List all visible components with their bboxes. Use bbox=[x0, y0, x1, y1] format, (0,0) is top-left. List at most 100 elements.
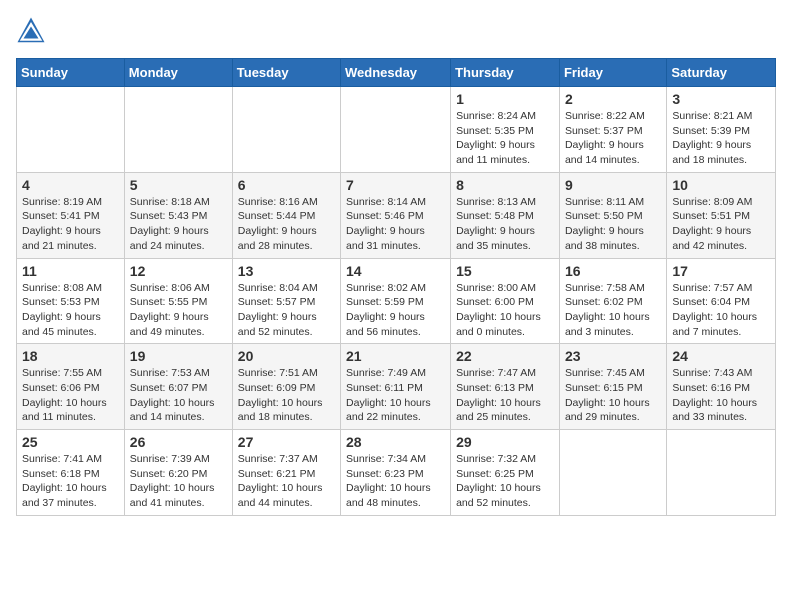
calendar-cell bbox=[559, 430, 666, 516]
day-number: 6 bbox=[238, 177, 335, 193]
calendar-cell: 27 Sunrise: 7:37 AM Sunset: 6:21 PM Dayli… bbox=[232, 430, 340, 516]
week-row-3: 18 Sunrise: 7:55 AM Sunset: 6:06 PM Dayli… bbox=[17, 344, 776, 430]
logo bbox=[16, 16, 50, 46]
day-info: Sunrise: 7:47 AM Sunset: 6:13 PM Dayligh… bbox=[456, 366, 554, 425]
calendar-cell bbox=[232, 87, 340, 173]
day-info: Sunrise: 8:09 AM Sunset: 5:51 PM Dayligh… bbox=[672, 195, 770, 254]
day-header-thursday: Thursday bbox=[451, 59, 560, 87]
day-header-friday: Friday bbox=[559, 59, 666, 87]
day-number: 19 bbox=[130, 348, 227, 364]
day-info: Sunrise: 8:22 AM Sunset: 5:37 PM Dayligh… bbox=[565, 109, 661, 168]
calendar-cell: 3 Sunrise: 8:21 AM Sunset: 5:39 PM Daylig… bbox=[667, 87, 776, 173]
day-info: Sunrise: 7:34 AM Sunset: 6:23 PM Dayligh… bbox=[346, 452, 445, 511]
day-number: 29 bbox=[456, 434, 554, 450]
calendar-cell: 17Sunrise: 7:57 AM Sunset: 6:04 PM Dayli… bbox=[667, 258, 776, 344]
day-info: Sunrise: 7:37 AM Sunset: 6:21 PM Dayligh… bbox=[238, 452, 335, 511]
day-info: Sunrise: 7:32 AM Sunset: 6:25 PM Dayligh… bbox=[456, 452, 554, 511]
calendar-cell: 16 Sunrise: 7:58 AM Sunset: 6:02 PM Dayli… bbox=[559, 258, 666, 344]
day-info: Sunrise: 7:58 AM Sunset: 6:02 PM Dayligh… bbox=[565, 281, 661, 340]
day-info: Sunrise: 8:19 AM Sunset: 5:41 PM Dayligh… bbox=[22, 195, 119, 254]
day-number: 1 bbox=[456, 91, 554, 107]
week-row-1: 4 Sunrise: 8:19 AM Sunset: 5:41 PM Daylig… bbox=[17, 172, 776, 258]
calendar-cell: 2 Sunrise: 8:22 AM Sunset: 5:37 PM Daylig… bbox=[559, 87, 666, 173]
day-number: 23 bbox=[565, 348, 661, 364]
calendar-cell: 4 Sunrise: 8:19 AM Sunset: 5:41 PM Daylig… bbox=[17, 172, 125, 258]
day-number: 7 bbox=[346, 177, 445, 193]
day-info: Sunrise: 8:18 AM Sunset: 5:43 PM Dayligh… bbox=[130, 195, 227, 254]
week-row-4: 25 Sunrise: 7:41 AM Sunset: 6:18 PM Dayli… bbox=[17, 430, 776, 516]
day-info: Sunrise: 8:24 AM Sunset: 5:35 PM Dayligh… bbox=[456, 109, 554, 168]
day-info: Sunrise: 8:06 AM Sunset: 5:55 PM Dayligh… bbox=[130, 281, 227, 340]
day-number: 12 bbox=[130, 263, 227, 279]
header-row: SundayMondayTuesdayWednesdayThursdayFrid… bbox=[17, 59, 776, 87]
calendar-cell bbox=[667, 430, 776, 516]
day-info: Sunrise: 8:00 AM Sunset: 6:00 PM Dayligh… bbox=[456, 281, 554, 340]
day-info: Sunrise: 8:11 AM Sunset: 5:50 PM Dayligh… bbox=[565, 195, 661, 254]
day-info: Sunrise: 8:21 AM Sunset: 5:39 PM Dayligh… bbox=[672, 109, 770, 168]
day-info: Sunrise: 7:51 AM Sunset: 6:09 PM Dayligh… bbox=[238, 366, 335, 425]
day-number: 8 bbox=[456, 177, 554, 193]
calendar-cell: 11Sunrise: 8:08 AM Sunset: 5:53 PM Dayli… bbox=[17, 258, 125, 344]
day-number: 18 bbox=[22, 348, 119, 364]
day-number: 22 bbox=[456, 348, 554, 364]
header bbox=[16, 16, 776, 46]
day-info: Sunrise: 7:49 AM Sunset: 6:11 PM Dayligh… bbox=[346, 366, 445, 425]
calendar-cell: 1 Sunrise: 8:24 AM Sunset: 5:35 PM Daylig… bbox=[451, 87, 560, 173]
calendar-cell bbox=[17, 87, 125, 173]
calendar-cell: 23Sunrise: 7:45 AM Sunset: 6:15 PM Dayli… bbox=[559, 344, 666, 430]
day-info: Sunrise: 7:55 AM Sunset: 6:06 PM Dayligh… bbox=[22, 366, 119, 425]
calendar-cell: 19 Sunrise: 7:53 AM Sunset: 6:07 PM Dayli… bbox=[124, 344, 232, 430]
day-info: Sunrise: 8:02 AM Sunset: 5:59 PM Dayligh… bbox=[346, 281, 445, 340]
calendar-cell: 15Sunrise: 8:00 AM Sunset: 6:00 PM Dayli… bbox=[451, 258, 560, 344]
calendar-cell bbox=[341, 87, 451, 173]
day-info: Sunrise: 7:39 AM Sunset: 6:20 PM Dayligh… bbox=[130, 452, 227, 511]
day-header-monday: Monday bbox=[124, 59, 232, 87]
calendar-cell: 10 Sunrise: 8:09 AM Sunset: 5:51 PM Dayli… bbox=[667, 172, 776, 258]
day-info: Sunrise: 7:41 AM Sunset: 6:18 PM Dayligh… bbox=[22, 452, 119, 511]
calendar-cell: 9Sunrise: 8:11 AM Sunset: 5:50 PM Daylig… bbox=[559, 172, 666, 258]
calendar-cell: 13 Sunrise: 8:04 AM Sunset: 5:57 PM Dayli… bbox=[232, 258, 340, 344]
calendar-cell: 24 Sunrise: 7:43 AM Sunset: 6:16 PM Dayli… bbox=[667, 344, 776, 430]
calendar-cell: 26 Sunrise: 7:39 AM Sunset: 6:20 PM Dayli… bbox=[124, 430, 232, 516]
day-number: 3 bbox=[672, 91, 770, 107]
calendar-cell: 28 Sunrise: 7:34 AM Sunset: 6:23 PM Dayli… bbox=[341, 430, 451, 516]
day-number: 17 bbox=[672, 263, 770, 279]
calendar-cell: 5 Sunrise: 8:18 AM Sunset: 5:43 PM Daylig… bbox=[124, 172, 232, 258]
calendar-cell: 12 Sunrise: 8:06 AM Sunset: 5:55 PM Dayli… bbox=[124, 258, 232, 344]
calendar-cell: 21Sunrise: 7:49 AM Sunset: 6:11 PM Dayli… bbox=[341, 344, 451, 430]
calendar-cell: 20 Sunrise: 7:51 AM Sunset: 6:09 PM Dayli… bbox=[232, 344, 340, 430]
day-number: 4 bbox=[22, 177, 119, 193]
day-header-saturday: Saturday bbox=[667, 59, 776, 87]
day-info: Sunrise: 7:53 AM Sunset: 6:07 PM Dayligh… bbox=[130, 366, 227, 425]
day-info: Sunrise: 8:04 AM Sunset: 5:57 PM Dayligh… bbox=[238, 281, 335, 340]
calendar-cell: 14Sunrise: 8:02 AM Sunset: 5:59 PM Dayli… bbox=[341, 258, 451, 344]
day-number: 24 bbox=[672, 348, 770, 364]
calendar-table: SundayMondayTuesdayWednesdayThursdayFrid… bbox=[16, 58, 776, 516]
week-row-0: 1 Sunrise: 8:24 AM Sunset: 5:35 PM Daylig… bbox=[17, 87, 776, 173]
day-number: 5 bbox=[130, 177, 227, 193]
day-info: Sunrise: 8:14 AM Sunset: 5:46 PM Dayligh… bbox=[346, 195, 445, 254]
day-number: 20 bbox=[238, 348, 335, 364]
day-info: Sunrise: 7:43 AM Sunset: 6:16 PM Dayligh… bbox=[672, 366, 770, 425]
logo-icon bbox=[16, 16, 46, 46]
day-number: 10 bbox=[672, 177, 770, 193]
calendar-cell: 22 Sunrise: 7:47 AM Sunset: 6:13 PM Dayli… bbox=[451, 344, 560, 430]
calendar-cell: 25 Sunrise: 7:41 AM Sunset: 6:18 PM Dayli… bbox=[17, 430, 125, 516]
calendar-cell: 7 Sunrise: 8:14 AM Sunset: 5:46 PM Daylig… bbox=[341, 172, 451, 258]
day-number: 26 bbox=[130, 434, 227, 450]
day-info: Sunrise: 8:13 AM Sunset: 5:48 PM Dayligh… bbox=[456, 195, 554, 254]
calendar-cell: 29 Sunrise: 7:32 AM Sunset: 6:25 PM Dayli… bbox=[451, 430, 560, 516]
day-header-sunday: Sunday bbox=[17, 59, 125, 87]
calendar-cell bbox=[124, 87, 232, 173]
day-header-tuesday: Tuesday bbox=[232, 59, 340, 87]
day-number: 28 bbox=[346, 434, 445, 450]
day-number: 2 bbox=[565, 91, 661, 107]
calendar-cell: 8 Sunrise: 8:13 AM Sunset: 5:48 PM Daylig… bbox=[451, 172, 560, 258]
day-number: 27 bbox=[238, 434, 335, 450]
day-info: Sunrise: 8:08 AM Sunset: 5:53 PM Dayligh… bbox=[22, 281, 119, 340]
day-number: 25 bbox=[22, 434, 119, 450]
day-number: 13 bbox=[238, 263, 335, 279]
calendar-cell: 6Sunrise: 8:16 AM Sunset: 5:44 PM Daylig… bbox=[232, 172, 340, 258]
day-number: 16 bbox=[565, 263, 661, 279]
week-row-2: 11Sunrise: 8:08 AM Sunset: 5:53 PM Dayli… bbox=[17, 258, 776, 344]
